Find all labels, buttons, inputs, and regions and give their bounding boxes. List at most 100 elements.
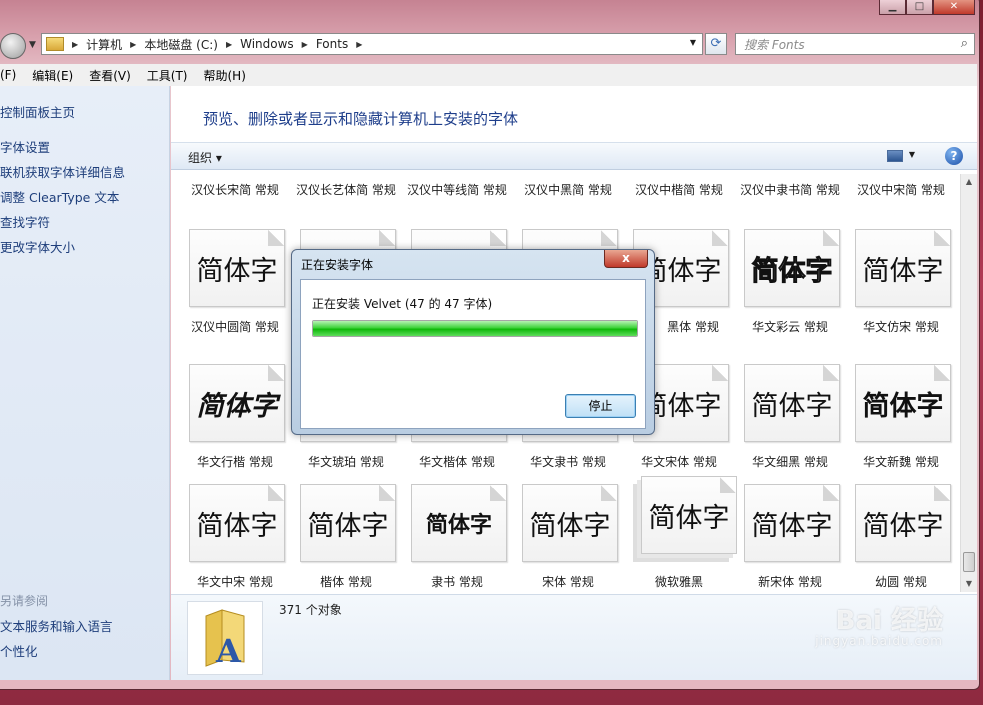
caption-buttons: ▁ □ ✕ — [879, 0, 975, 15]
organize-label: 组织 — [188, 151, 213, 165]
find-character-link[interactable]: 查找字符 — [0, 212, 50, 231]
menu-help[interactable]: 帮助(H) — [204, 67, 246, 84]
font-label[interactable]: 华文楷体 常规 — [402, 454, 512, 470]
command-bar: 组织 ▾ ▼ ? — [171, 142, 977, 170]
font-label[interactable]: 华文细黑 常规 — [735, 454, 845, 470]
dialog-close-button[interactable]: x — [604, 250, 648, 268]
address-history-dropdown-icon[interactable]: ▼ — [690, 38, 696, 47]
progress-fill — [313, 321, 637, 336]
address-bar[interactable]: ▶ 计算机 ▶ 本地磁盘 (C:) ▶ Windows ▶ Fonts ▶ ▼ — [41, 33, 703, 55]
breadcrumb-local-disk[interactable]: 本地磁盘 (C:) — [144, 36, 218, 53]
breadcrumb-computer[interactable]: 计算机 — [86, 36, 122, 53]
watermark-brand: Bai 经验 — [835, 606, 943, 636]
navigation-row: ▼ ▶ 计算机 ▶ 本地磁盘 (C:) ▶ Windows ▶ Fonts ▶ … — [0, 32, 983, 59]
menu-bar: (F) 编辑(E) 查看(V) 工具(T) 帮助(H) — [0, 64, 977, 86]
menu-tools[interactable]: 工具(T) — [147, 67, 188, 84]
personalization-link[interactable]: 个性化 — [0, 641, 38, 660]
install-progress-bar — [312, 320, 638, 337]
page-title: 预览、删除或者显示和隐藏计算机上安装的字体 — [203, 110, 519, 128]
font-label[interactable]: 汉仪长艺体简 常规 — [291, 182, 401, 198]
font-tile[interactable]: 简体字 — [189, 484, 285, 562]
installing-fonts-dialog: 正在安装字体 x 正在安装 Velvet (47 的 47 字体) 停止 — [291, 249, 655, 435]
chevron-right-icon[interactable]: ▶ — [226, 40, 232, 49]
dialog-body: 正在安装 Velvet (47 的 47 字体) 停止 — [300, 279, 646, 429]
font-label[interactable]: 汉仪长宋简 常规 — [180, 182, 290, 198]
font-label[interactable]: 汉仪中隶书简 常规 — [735, 182, 845, 198]
font-label[interactable]: 隶书 常规 — [402, 574, 512, 590]
font-tile[interactable]: 简体字 — [855, 229, 951, 307]
font-label[interactable]: 新宋体 常规 — [735, 574, 845, 590]
search-placeholder: 搜索 Fonts — [744, 37, 805, 52]
font-label[interactable]: 华文中宋 常规 — [180, 574, 290, 590]
font-label[interactable]: 华文隶书 常规 — [513, 454, 623, 470]
menu-file[interactable]: (F) — [0, 68, 16, 82]
font-label[interactable]: 华文彩云 常规 — [735, 319, 845, 335]
stop-button[interactable]: 停止 — [565, 394, 636, 418]
control-panel-home-link[interactable]: 控制面板主页 — [0, 102, 75, 121]
font-label[interactable]: 汉仪中黑简 常规 — [513, 182, 623, 198]
search-input[interactable]: 搜索 Fonts ⌕ — [735, 33, 975, 55]
breadcrumb-windows[interactable]: Windows — [240, 37, 294, 51]
online-font-info-link[interactable]: 联机获取字体详细信息 — [0, 162, 125, 181]
search-icon[interactable]: ⌕ — [961, 36, 968, 51]
view-dropdown-icon[interactable]: ▼ — [909, 150, 915, 159]
menu-edit[interactable]: 编辑(E) — [32, 67, 73, 84]
font-tile[interactable]: 简体字 — [411, 484, 507, 562]
font-label[interactable]: 幼圆 常规 — [846, 574, 956, 590]
menu-view[interactable]: 查看(V) — [89, 67, 131, 84]
baidu-watermark: Bai 经验 jingyan.baidu.com — [815, 600, 943, 648]
install-status-message: 正在安装 Velvet (47 的 47 字体) — [312, 297, 493, 311]
view-options-icon[interactable] — [887, 150, 903, 162]
font-label[interactable]: 汉仪中宋简 常规 — [846, 182, 956, 198]
font-label[interactable]: 华文仿宋 常规 — [846, 319, 956, 335]
font-tile[interactable]: 简体字 — [744, 229, 840, 307]
font-tile[interactable]: 简体字 — [522, 484, 618, 562]
cleartype-link[interactable]: 调整 ClearType 文本 — [0, 187, 119, 206]
scroll-thumb[interactable] — [963, 552, 975, 572]
font-tile[interactable]: 简体字 — [855, 484, 951, 562]
breadcrumb: ▶ 计算机 ▶ 本地磁盘 (C:) ▶ Windows ▶ Fonts ▶ — [64, 36, 370, 53]
font-label[interactable]: 宋体 常规 — [513, 574, 623, 590]
font-label[interactable]: 汉仪中等线简 常规 — [402, 182, 512, 198]
navigation-pane: 控制面板主页 字体设置 联机获取字体详细信息 调整 ClearType 文本 查… — [0, 86, 170, 680]
dialog-title: 正在安装字体 — [301, 258, 374, 272]
font-family-tile[interactable]: 简体字 — [641, 476, 737, 554]
font-tile[interactable]: 简体字 — [744, 364, 840, 442]
font-settings-link[interactable]: 字体设置 — [0, 137, 50, 156]
chevron-right-icon[interactable]: ▶ — [356, 40, 362, 49]
font-label[interactable]: 华文行楷 常规 — [180, 454, 290, 470]
object-count: 371 个对象 — [279, 603, 342, 617]
chevron-right-icon[interactable]: ▶ — [72, 40, 78, 49]
close-button[interactable]: ✕ — [933, 0, 975, 15]
font-label[interactable]: 楷体 常规 — [291, 574, 401, 590]
minimize-button[interactable]: ▁ — [879, 0, 906, 15]
text-services-link[interactable]: 文本服务和输入语言 — [0, 616, 113, 635]
change-font-size-link[interactable]: 更改字体大小 — [0, 237, 75, 256]
breadcrumb-fonts[interactable]: Fonts — [316, 37, 348, 51]
font-tile[interactable]: 简体字 — [855, 364, 951, 442]
refresh-button[interactable]: ⟳ — [705, 33, 727, 55]
font-tile[interactable]: 简体字 — [744, 484, 840, 562]
chevron-right-icon[interactable]: ▶ — [130, 40, 136, 49]
svg-text:A: A — [215, 632, 242, 670]
font-label[interactable]: 华文新魏 常规 — [846, 454, 956, 470]
font-tile[interactable]: 简体字 — [189, 229, 285, 307]
help-icon[interactable]: ? — [945, 147, 963, 165]
scroll-up-icon[interactable]: ▲ — [961, 174, 977, 190]
chevron-right-icon[interactable]: ▶ — [302, 40, 308, 49]
watermark-url: jingyan.baidu.com — [815, 634, 943, 648]
font-tile[interactable]: 简体字 — [300, 484, 396, 562]
scroll-down-icon[interactable]: ▼ — [961, 576, 977, 592]
font-label[interactable]: 华文琥珀 常规 — [291, 454, 401, 470]
font-label[interactable]: 华文宋体 常规 — [624, 454, 734, 470]
back-button[interactable] — [0, 33, 26, 59]
fonts-folder-large-icon: A — [187, 601, 263, 675]
vertical-scrollbar[interactable]: ▲ ▼ — [960, 174, 977, 592]
font-label[interactable]: 汉仪中楷简 常规 — [624, 182, 734, 198]
font-label[interactable]: 微软雅黑 — [624, 574, 734, 590]
recent-pages-dropdown-icon[interactable]: ▼ — [29, 40, 36, 50]
maximize-button[interactable]: □ — [906, 0, 933, 15]
font-label[interactable]: 汉仪中圆简 常规 — [180, 319, 290, 335]
font-tile[interactable]: 简体字 — [189, 364, 285, 442]
organize-button[interactable]: 组织 ▾ — [188, 149, 222, 166]
